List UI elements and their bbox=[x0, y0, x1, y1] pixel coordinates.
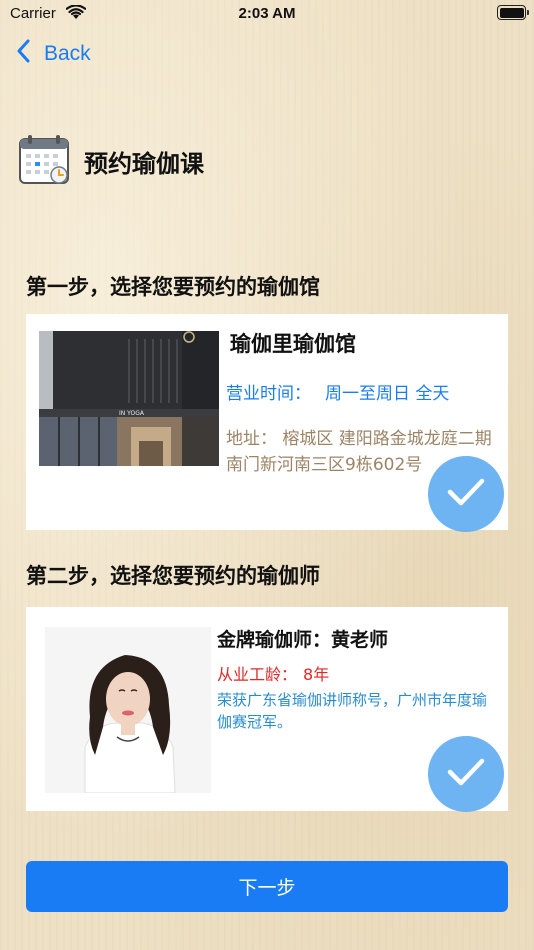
status-time: 2:03 AM bbox=[238, 5, 296, 22]
venue-selected-badge[interactable] bbox=[428, 456, 504, 532]
teacher-experience: 从业工龄： 8年 bbox=[217, 661, 329, 685]
page-title: 预约瑜伽课 bbox=[84, 149, 204, 178]
checkmark-icon bbox=[446, 757, 486, 791]
teacher-name: 金牌瑜伽师：黄老师 bbox=[217, 629, 389, 651]
venue-photo-sign: IN YOGA bbox=[119, 410, 145, 417]
next-step-button[interactable]: 下一步 bbox=[26, 861, 508, 912]
step2-heading: 第二步，选择您要预约的瑜伽师 bbox=[26, 564, 320, 588]
venue-hours: 营业时间： 周一至周日 全天 bbox=[226, 379, 449, 404]
page-header: 预约瑜伽课 bbox=[18, 133, 204, 189]
teacher-selected-badge[interactable] bbox=[428, 736, 504, 812]
venue-name: 瑜伽里瑜伽馆 bbox=[230, 332, 356, 356]
teacher-photo bbox=[45, 627, 211, 793]
back-label: Back bbox=[44, 42, 91, 65]
step1-heading: 第一步，选择您要预约的瑜伽馆 bbox=[26, 275, 320, 299]
teacher-experience-label: 从业工龄： bbox=[217, 665, 298, 684]
checkmark-icon bbox=[446, 477, 486, 511]
status-bar: Carrier 2:03 AM bbox=[0, 0, 534, 28]
battery-icon bbox=[497, 5, 529, 20]
venue-hours-value: 周一至周日 全天 bbox=[325, 384, 450, 404]
teacher-card[interactable]: 金牌瑜伽师：黄老师 从业工龄： 8年 荣获广东省瑜伽讲师称号，广州市年度瑜伽赛冠军… bbox=[26, 607, 508, 812]
venue-photo: IN YOGA bbox=[39, 331, 219, 466]
venue-hours-label: 营业时间： bbox=[226, 384, 311, 404]
chevron-left-icon bbox=[16, 39, 44, 69]
back-button[interactable]: Back bbox=[16, 39, 91, 69]
teacher-experience-value: 8年 bbox=[303, 665, 330, 684]
calendar-icon bbox=[18, 133, 70, 189]
venue-card[interactable]: IN YOGA 瑜伽里瑜伽馆 营业时间： 周一至周日 全天 地址： 榕城区 建阳路… bbox=[26, 314, 508, 532]
teacher-description: 荣获广东省瑜伽讲师称号，广州市年度瑜伽赛冠军。 bbox=[217, 691, 488, 731]
